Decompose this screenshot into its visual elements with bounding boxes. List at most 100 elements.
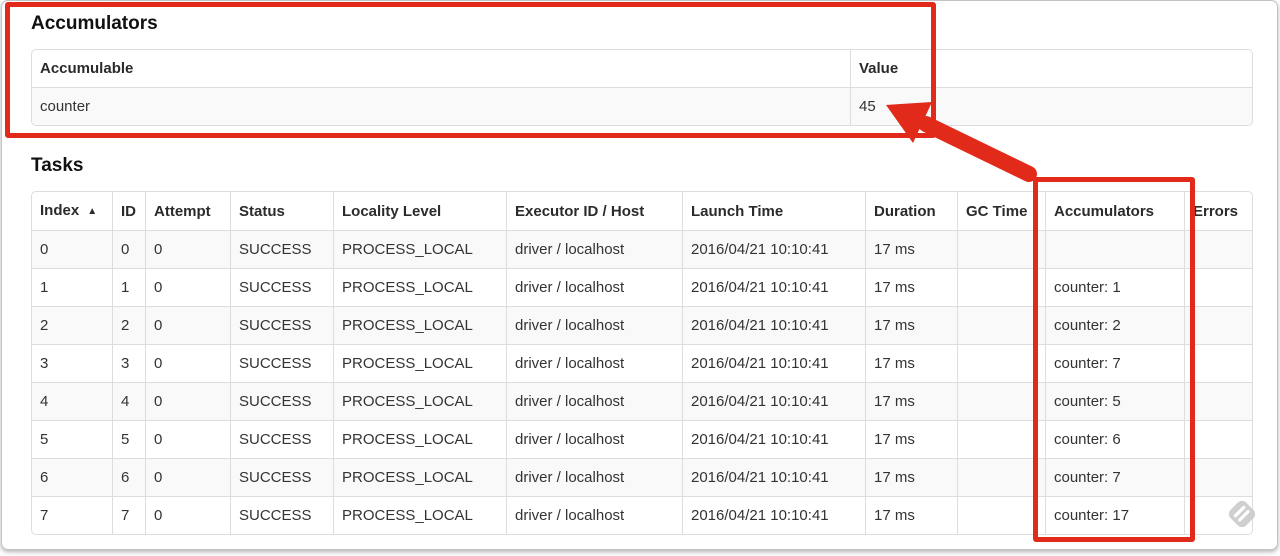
col-header-locality-level[interactable]: Locality Level (333, 192, 506, 230)
cell-errors (1184, 344, 1252, 382)
col-header-gc-time[interactable]: GC Time (957, 192, 1045, 230)
cell-gc-time (957, 306, 1045, 344)
cell-attempt: 0 (145, 230, 230, 268)
task-row: 1 1 0 SUCCESS PROCESS_LOCAL driver / loc… (32, 268, 1252, 306)
cell-id: 3 (112, 344, 145, 382)
tasks-heading: Tasks (31, 155, 84, 176)
page-content: Accumulators Accumulable Value counter 4… (2, 1, 1277, 535)
cell-index: 0 (32, 230, 112, 268)
cell-launch-time: 2016/04/21 10:10:41 (682, 230, 865, 268)
col-header-executor-host[interactable]: Executor ID / Host (506, 192, 682, 230)
cell-locality-level: PROCESS_LOCAL (333, 268, 506, 306)
cell-index: 1 (32, 268, 112, 306)
cell-duration: 17 ms (865, 230, 957, 268)
cell-status: SUCCESS (230, 420, 333, 458)
cell-status: SUCCESS (230, 458, 333, 496)
cell-executor-host: driver / localhost (506, 344, 682, 382)
cell-index: 2 (32, 306, 112, 344)
cell-status: SUCCESS (230, 268, 333, 306)
task-row: 2 2 0 SUCCESS PROCESS_LOCAL driver / loc… (32, 306, 1252, 344)
cell-attempt: 0 (145, 458, 230, 496)
col-header-duration[interactable]: Duration (865, 192, 957, 230)
col-header-index-label: Index (40, 202, 80, 219)
cell-gc-time (957, 382, 1045, 420)
cell-executor-host: driver / localhost (506, 230, 682, 268)
cell-errors (1184, 306, 1252, 344)
task-row: 7 7 0 SUCCESS PROCESS_LOCAL driver / loc… (32, 496, 1252, 534)
cell-gc-time (957, 268, 1045, 306)
cell-executor-host: driver / localhost (506, 458, 682, 496)
cell-status: SUCCESS (230, 230, 333, 268)
cell-duration: 17 ms (865, 458, 957, 496)
cell-status: SUCCESS (230, 382, 333, 420)
cell-id: 1 (112, 268, 145, 306)
cell-accumulators: counter: 6 (1045, 420, 1184, 458)
cell-accumulators: counter: 2 (1045, 306, 1184, 344)
col-header-status[interactable]: Status (230, 192, 333, 230)
cell-accumulators: counter: 1 (1045, 268, 1184, 306)
cell-executor-host: driver / localhost (506, 382, 682, 420)
cell-locality-level: PROCESS_LOCAL (333, 344, 506, 382)
accumulator-row: counter 45 (32, 87, 1252, 125)
cell-id: 0 (112, 230, 145, 268)
cell-launch-time: 2016/04/21 10:10:41 (682, 344, 865, 382)
tasks-table: Index ▲ ID Attempt Status Locality Level … (31, 191, 1253, 535)
cell-id: 6 (112, 458, 145, 496)
cell-gc-time (957, 344, 1045, 382)
accumulators-table: Accumulable Value counter 45 (31, 49, 1253, 126)
cell-id: 5 (112, 420, 145, 458)
col-header-errors[interactable]: Errors (1184, 192, 1252, 230)
sort-ascending-icon: ▲ (87, 206, 98, 217)
cell-duration: 17 ms (865, 306, 957, 344)
spark-stage-page: Accumulators Accumulable Value counter 4… (1, 0, 1278, 550)
cell-duration: 17 ms (865, 268, 957, 306)
cell-errors (1184, 496, 1252, 534)
cell-errors (1184, 420, 1252, 458)
cell-status: SUCCESS (230, 344, 333, 382)
cell-locality-level: PROCESS_LOCAL (333, 306, 506, 344)
task-row: 3 3 0 SUCCESS PROCESS_LOCAL driver / loc… (32, 344, 1252, 382)
col-header-accumulable: Accumulable (40, 60, 134, 77)
cell-launch-time: 2016/04/21 10:10:41 (682, 268, 865, 306)
cell-launch-time: 2016/04/21 10:10:41 (682, 496, 865, 534)
cell-accumulators: counter: 7 (1045, 344, 1184, 382)
cell-gc-time (957, 496, 1045, 534)
cell-gc-time (957, 420, 1045, 458)
cell-duration: 17 ms (865, 344, 957, 382)
cell-id: 2 (112, 306, 145, 344)
cell-duration: 17 ms (865, 420, 957, 458)
cell-status: SUCCESS (230, 306, 333, 344)
task-row: 4 4 0 SUCCESS PROCESS_LOCAL driver / loc… (32, 382, 1252, 420)
cell-accumulators: counter: 17 (1045, 496, 1184, 534)
cell-id: 4 (112, 382, 145, 420)
accumulators-header-row: Accumulable Value (32, 50, 1252, 87)
cell-accumulators (1045, 230, 1184, 268)
cell-locality-level: PROCESS_LOCAL (333, 230, 506, 268)
cell-accumulable-value: 45 (850, 87, 1252, 125)
col-header-id[interactable]: ID (112, 192, 145, 230)
cell-index: 4 (32, 382, 112, 420)
cell-accumulators: counter: 5 (1045, 382, 1184, 420)
task-row: 5 5 0 SUCCESS PROCESS_LOCAL driver / loc… (32, 420, 1252, 458)
cell-launch-time: 2016/04/21 10:10:41 (682, 382, 865, 420)
cell-executor-host: driver / localhost (506, 420, 682, 458)
cell-accumulators: counter: 7 (1045, 458, 1184, 496)
cell-attempt: 0 (145, 344, 230, 382)
cell-attempt: 0 (145, 382, 230, 420)
col-header-index[interactable]: Index ▲ (32, 192, 112, 230)
cell-index: 7 (32, 496, 112, 534)
cell-gc-time (957, 230, 1045, 268)
cell-attempt: 0 (145, 420, 230, 458)
cell-executor-host: driver / localhost (506, 268, 682, 306)
cell-gc-time (957, 458, 1045, 496)
cell-accumulable-name: counter (32, 87, 850, 125)
col-header-accumulators[interactable]: Accumulators (1045, 192, 1184, 230)
cell-executor-host: driver / localhost (506, 306, 682, 344)
cell-locality-level: PROCESS_LOCAL (333, 496, 506, 534)
col-header-value: Value (850, 50, 1252, 87)
cell-locality-level: PROCESS_LOCAL (333, 420, 506, 458)
col-header-attempt[interactable]: Attempt (145, 192, 230, 230)
col-header-launch-time[interactable]: Launch Time (682, 192, 865, 230)
cell-attempt: 0 (145, 268, 230, 306)
cell-launch-time: 2016/04/21 10:10:41 (682, 306, 865, 344)
